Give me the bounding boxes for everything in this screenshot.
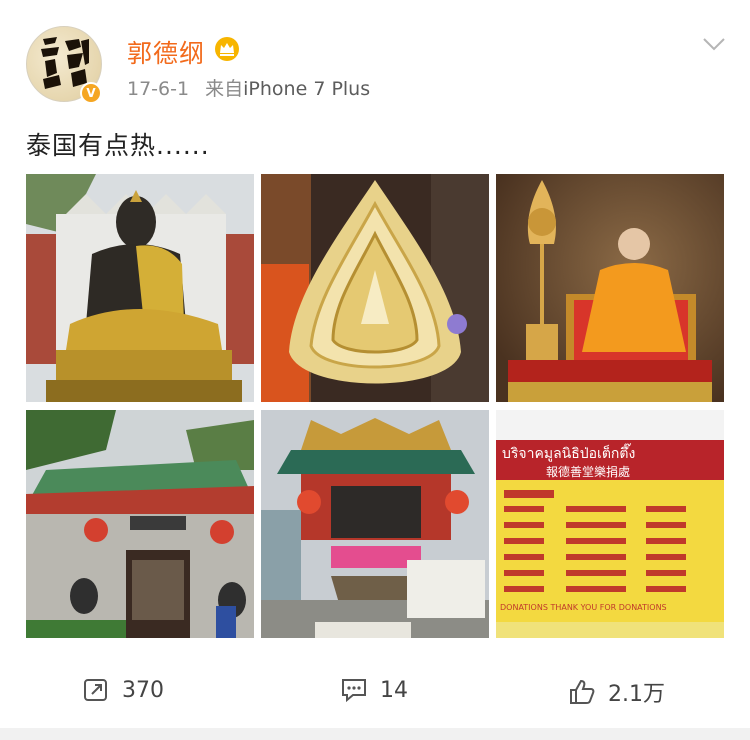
shrine-incense-photo[interactable]	[261, 410, 489, 638]
crown-icon[interactable]	[214, 36, 240, 62]
post-meta: 17-6-1 来自iPhone 7 Plus	[127, 74, 370, 101]
repost-icon	[84, 679, 107, 701]
board-english-line: DONATIONS THANK YOU FOR DONATIONS	[500, 603, 667, 612]
comment-icon	[342, 679, 366, 703]
like-button[interactable]: 2.1万	[568, 676, 665, 708]
monk-portrait-photo[interactable]	[496, 174, 724, 402]
board-thai-title: บริจาคมูลนิธิป่อเต็กตึ๊ง	[502, 443, 635, 462]
weibo-post-card: V 郭德纲 17-6-1 来自iPhone 7 Plus 泰国有点热......	[0, 0, 750, 740]
username[interactable]: 郭德纲	[127, 34, 205, 70]
chevron-down-icon[interactable]	[702, 36, 726, 52]
repost-button[interactable]: 370	[82, 676, 164, 704]
device-name: iPhone 7 Plus	[243, 78, 371, 100]
post-date: 17-6-1	[127, 78, 190, 100]
post-text: 泰国有点热......	[26, 131, 210, 160]
source-prefix: 来自	[205, 78, 244, 100]
chinese-temple-gate-photo[interactable]	[26, 410, 254, 638]
like-count: 2.1万	[608, 682, 665, 707]
donation-board-photo[interactable]: บริจาคมูลนิธิป่อเต็กตึ๊ง 報德善堂樂捐處 DONATIO…	[496, 410, 724, 638]
like-icon	[570, 679, 595, 704]
card-divider	[0, 728, 750, 740]
verified-icon: V	[80, 82, 102, 104]
action-bar: 370 14 2.1万	[0, 660, 750, 726]
comment-button[interactable]: 14	[340, 676, 408, 704]
image-grid: บริจาคมูลนิธิป่อเต็กตึ๊ง 報德善堂樂捐處 DONATIO…	[26, 174, 724, 638]
board-chinese-title: 報德善堂樂捐處	[546, 464, 630, 479]
golden-buddha-statue-photo[interactable]	[26, 174, 254, 402]
comment-count: 14	[380, 677, 408, 703]
repost-count: 370	[122, 677, 164, 703]
gold-leaf-ornament-photo[interactable]	[261, 174, 489, 402]
